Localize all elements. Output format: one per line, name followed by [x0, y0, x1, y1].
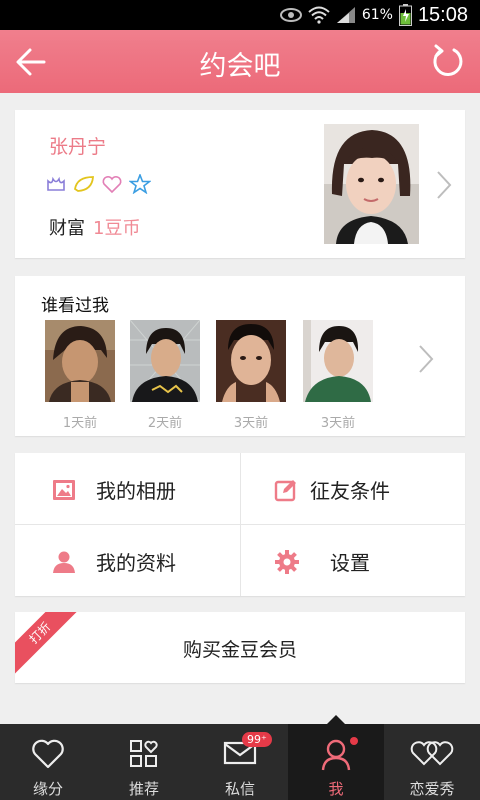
- tab-label: 我: [328, 780, 344, 798]
- chevron-right-icon: [435, 170, 453, 200]
- settings-label: 设置: [330, 551, 370, 575]
- visitor-time: 3天前: [320, 416, 356, 431]
- my-album-label: 我的相册: [96, 479, 176, 503]
- battery-icon: [398, 4, 412, 26]
- profile-card[interactable]: 张丹宁 财富 1豆币: [15, 110, 465, 258]
- edit-icon: [274, 479, 296, 501]
- visitor-item[interactable]: 3天前: [216, 320, 286, 431]
- app-header: 约会吧: [0, 30, 480, 93]
- heart-badge-icon: [102, 175, 122, 194]
- profile-avatar[interactable]: [324, 124, 419, 244]
- signal-icon: [336, 6, 356, 24]
- visitor-avatar: [303, 320, 373, 402]
- clock: 15:08: [417, 3, 468, 26]
- star-badge-icon: [129, 174, 151, 194]
- visitors-card: 谁看过我 1天前 2天前 3天前 3天前: [15, 276, 465, 436]
- wealth-label: 财富: [49, 218, 85, 239]
- tab-me[interactable]: 我: [288, 724, 384, 800]
- refresh-button[interactable]: [430, 43, 466, 79]
- chevron-right-icon[interactable]: [417, 344, 435, 374]
- user-outline-icon: [321, 739, 351, 771]
- status-bar: 61% 15:08: [0, 0, 480, 30]
- user-icon: [53, 551, 75, 573]
- menu-grid: 我的相册 征友条件 我的资料 设置: [15, 453, 465, 596]
- wifi-icon: [308, 6, 330, 24]
- profile-name: 张丹宁: [49, 136, 107, 158]
- visitor-item[interactable]: 1天前: [45, 320, 115, 431]
- tab-messages[interactable]: 99⁺ 私信: [192, 724, 288, 800]
- buy-vip-button[interactable]: 打折 购买金豆会员: [15, 612, 465, 683]
- tab-label: 恋爱秀: [409, 780, 455, 798]
- dating-criteria-button[interactable]: 征友条件: [274, 475, 390, 504]
- settings-button[interactable]: 设置: [274, 547, 370, 576]
- grid-heart-icon: [130, 740, 158, 767]
- double-heart-icon: [410, 741, 454, 766]
- notification-dot: [350, 737, 358, 745]
- battery-percent: 61%: [361, 7, 393, 23]
- visitor-item[interactable]: 2天前: [129, 319, 201, 431]
- visitor-avatar: [129, 319, 201, 403]
- visitor-item[interactable]: 3天前: [303, 320, 373, 431]
- dating-criteria-label: 征友条件: [310, 479, 390, 503]
- tab-love-show[interactable]: 恋爱秀: [384, 724, 480, 800]
- page-title: 约会吧: [199, 51, 281, 82]
- my-album-button[interactable]: 我的相册: [52, 475, 176, 504]
- visitor-time: 3天前: [233, 416, 269, 431]
- gear-icon: [275, 549, 299, 574]
- tab-recommend[interactable]: 推荐: [96, 724, 192, 800]
- wealth-value: 1豆币: [93, 218, 141, 239]
- my-profile-button[interactable]: 我的资料: [52, 547, 176, 576]
- eye-icon: [279, 8, 302, 22]
- profile-badges: [45, 174, 151, 194]
- tab-fate[interactable]: 缘分: [0, 724, 96, 800]
- tab-label: 推荐: [128, 780, 159, 798]
- visitor-time: 1天前: [62, 416, 98, 431]
- visitor-time: 2天前: [147, 416, 183, 431]
- visitors-title: 谁看过我: [41, 296, 109, 316]
- active-tab-pointer: [327, 715, 345, 724]
- divider: [240, 453, 241, 596]
- unread-badge: 99⁺: [242, 732, 272, 747]
- refresh-icon: [433, 44, 463, 76]
- tab-label: 缘分: [32, 780, 63, 798]
- heart-icon: [32, 739, 64, 769]
- visitor-avatar: [45, 320, 115, 402]
- image-icon: [53, 479, 75, 500]
- leaf-badge-icon: [74, 176, 94, 192]
- wealth-row: 财富 1豆币: [49, 214, 140, 240]
- my-profile-label: 我的资料: [96, 551, 176, 575]
- crown-badge-icon: [47, 176, 65, 191]
- visitor-avatar: [216, 320, 286, 402]
- buy-vip-label: 购买金豆会员: [182, 639, 297, 661]
- bottom-tab-bar: 缘分 推荐 99⁺ 私信 我 恋爱秀: [0, 715, 480, 800]
- tab-label: 私信: [224, 780, 255, 798]
